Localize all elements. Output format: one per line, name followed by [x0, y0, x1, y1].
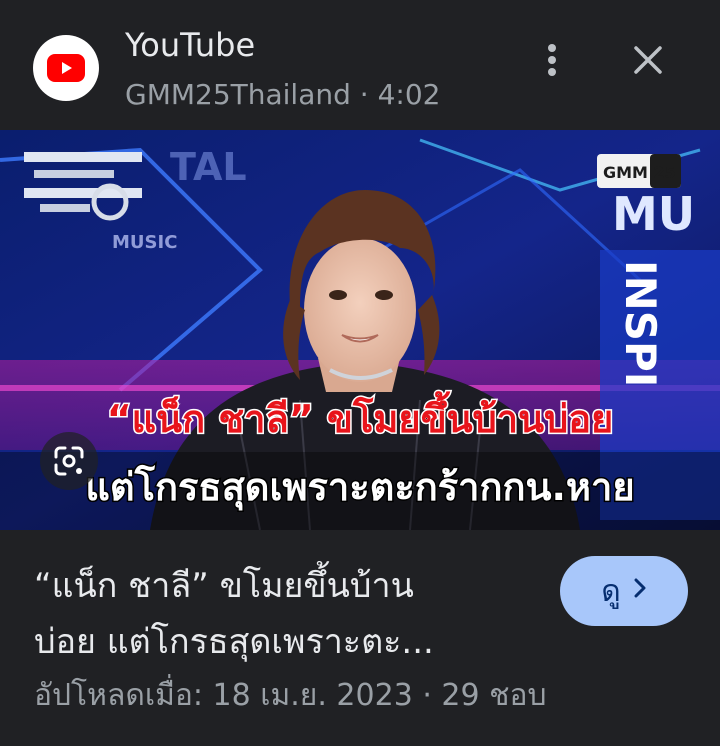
youtube-result-card: YouTube GMM25Thailand · 4:02 MU MUSIC TA… [0, 0, 720, 746]
video-title-line2: บ่อย แต่โกรธสุดเพราะตะ... [34, 622, 434, 662]
video-title-line1: “แน็ก ชาลี” ขโมยขึ้นบ้าน [34, 566, 414, 606]
channel-name: GMM25Thailand [125, 78, 351, 111]
backdrop-text-vertical: INSPI [616, 260, 665, 387]
google-lens-icon[interactable] [40, 432, 98, 490]
backdrop-text-tal: TAL [170, 145, 247, 189]
backdrop-text-mu: MU [612, 187, 695, 241]
video-duration: 4:02 [377, 78, 441, 111]
thumbnail-overlay-line2: แต่โกรธสุดเพราะตะกร้ากกน.หาย [85, 464, 634, 511]
video-thumbnail[interactable]: MU MUSIC TAL INSPI GMM 25 “แน็ก ชาลี” ขโ… [0, 130, 720, 530]
meta-separator: · [359, 78, 369, 111]
channel-badge-text: GMM 25 [603, 163, 676, 182]
video-title[interactable]: “แน็ก ชาลี” ขโมยขึ้นบ้าน บ่อย แต่โกรธสุด… [34, 558, 534, 670]
close-icon[interactable] [624, 36, 672, 84]
youtube-logo-icon [33, 35, 99, 101]
source-meta: GMM25Thailand · 4:02 [125, 78, 441, 111]
card-header: YouTube GMM25Thailand · 4:02 [0, 0, 720, 128]
watch-button-label: ดู [601, 573, 621, 609]
backdrop-text-music: MUSIC [112, 232, 177, 253]
thumbnail-overlay-line1: “แน็ก ชาลี” ขโมยขึ้นบ้านบ่อย [107, 391, 614, 441]
source-title: YouTube [125, 26, 256, 64]
chevron-right-icon [633, 576, 647, 606]
watch-button[interactable]: ดู [560, 556, 688, 626]
channel-badge: GMM 25 [597, 154, 681, 188]
more-vert-icon[interactable] [530, 38, 574, 82]
upload-info: อัปโหลดเมื่อ: 18 เม.ย. 2023 · 29 ชอบ [34, 678, 547, 713]
